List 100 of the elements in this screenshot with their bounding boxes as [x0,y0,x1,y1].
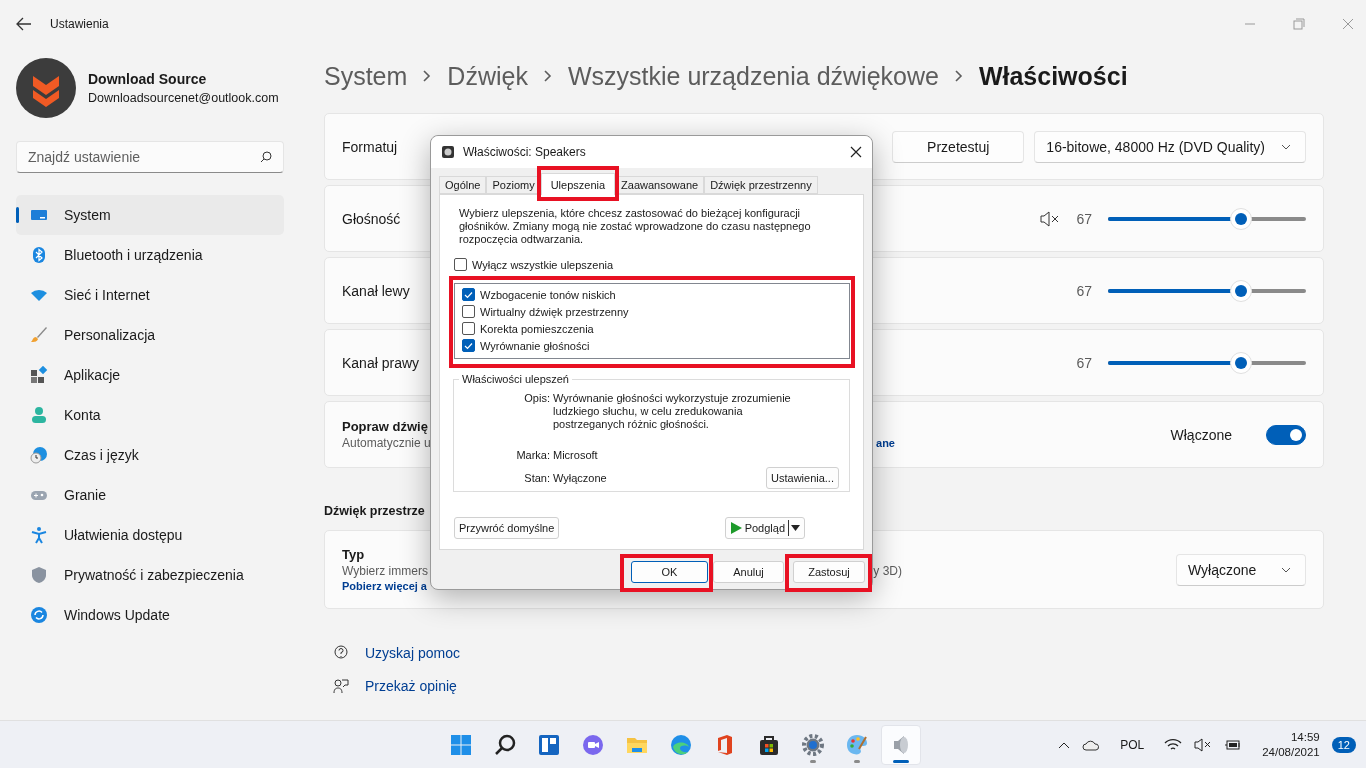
nav-item[interactable]: Aplikacje [16,355,284,395]
help-link[interactable]: Przekaż opinię [365,678,457,694]
volume-slider[interactable] [1108,351,1306,374]
clock-date[interactable]: 24/08/2021 [1262,746,1320,758]
feedback-icon [333,678,349,694]
volume-reading: 67 [1076,354,1092,371]
nav-item[interactable]: System [16,195,284,235]
chevron-down-icon [1281,143,1291,150]
setting-description: y 3D) [873,564,902,578]
setting-description: Automatycznie u [342,436,431,450]
test-button[interactable]: Przetestuj [892,130,1025,163]
palette-icon [845,733,869,757]
language-indicator[interactable]: POL [1120,737,1145,752]
gear-icon [801,733,825,757]
volume-slider[interactable] [1108,207,1306,230]
checkbox[interactable]: Wyłącz wszystkie ulepszenia [454,256,850,273]
accessibility-icon [30,526,48,544]
dialog-button[interactable]: OK [631,561,708,583]
search-icon [493,733,517,757]
chevron-icon [541,69,554,83]
volume-reading: 67 [1076,282,1092,299]
nav-item[interactable]: Ułatwienia dostępu [16,515,284,555]
speaker-icon [441,145,455,159]
clock-time[interactable]: 14:59 [1290,731,1320,743]
setting-title: Typ [342,547,365,562]
breadcrumb-item[interactable]: Dźwięk [447,61,528,91]
setting-label: Formatuj [342,138,398,155]
help-link[interactable]: Uzyskaj pomoc [365,645,460,661]
breadcrumb-item: Właściwości [978,61,1128,91]
toggle-switch[interactable] [1266,424,1306,445]
property-label: Stan: [523,472,550,485]
nav-item[interactable]: Czas i język [16,435,284,475]
mute-icon[interactable] [1194,737,1213,752]
dialog-button[interactable]: Anuluj [713,561,784,583]
dialog-tab[interactable]: Ulepszenia [540,173,616,195]
wifi-icon[interactable] [1164,737,1183,752]
bluetooth-icon [30,246,48,264]
nav-item[interactable]: Personalizacja [16,315,284,355]
store-icon [757,733,781,757]
setting-title: Popraw dźwię [342,419,428,434]
person-icon [30,406,48,424]
mute-icon[interactable] [1040,210,1061,227]
brush-icon [30,326,48,344]
nav-item[interactable]: Prywatność i zabezpieczenia [16,555,284,595]
checkbox[interactable]: Wirtualny dźwięk przestrzenny [462,303,842,320]
setting-label: Głośność [342,210,401,227]
restore-defaults-button[interactable]: Przywróć domyślne [454,517,560,539]
checkbox[interactable]: Wyrównanie głośności [462,337,842,354]
property-value: Wyrównanie głośności wykorzystuje zrozumienie ludzkiego słuchu, w celu zredukowania postrzeganych różnic głośności. [553,392,792,431]
nav-item[interactable]: Windows Update [16,595,284,635]
property-label: Marka: [515,449,550,462]
nav-item[interactable]: Sieć i Internet [16,275,284,315]
globe-clock-icon [30,446,48,464]
link[interactable]: ane [876,437,895,449]
volume-reading: 67 [1076,210,1092,227]
setting-label: Kanał prawy [342,354,420,371]
breadcrumb-item[interactable]: System [324,61,408,91]
group-title: Właściwości ulepszeń [459,373,572,385]
widgets-icon [537,733,561,757]
shield-icon [30,566,48,584]
notification-badge[interactable]: 12 [1331,736,1356,753]
taskbar-button[interactable] [881,725,921,765]
help-icon [333,645,349,661]
format-dropdown[interactable]: 16-bitowe, 48000 Hz (DVD Quality) [1034,130,1306,163]
checkbox[interactable]: Korekta pomieszczenia [462,320,842,337]
check-icon [464,341,473,350]
setting-description: Wybierz immers [342,564,428,578]
intro-text: Wybierz ulepszenia, które chcesz zastosować do bieżącej konfiguracji głośników. Zmiany mogą nie zostać wprowadzone do czasu następnego rozpoczęcia odtwarzania. [459,207,812,246]
preview-button[interactable]: Podgląd [724,517,805,539]
nav-item[interactable]: Granie [16,475,284,515]
cloud-icon[interactable] [1082,738,1101,751]
window-title: Ustawienia [50,17,109,31]
play-icon [729,522,742,534]
volume-slider[interactable] [1108,279,1306,302]
link[interactable]: Pobierz więcej a [342,580,427,592]
video-chat-icon [581,733,605,757]
dialog-tab[interactable]: Dźwięk przestrzenny [704,176,818,194]
breadcrumb-item[interactable]: Wszystkie urządzenia dźwiękowe [567,61,939,91]
check-icon [464,290,473,299]
dialog-title: Właściwości: Speakers [463,145,586,159]
type-dropdown[interactable]: Wyłączone [1176,553,1306,586]
nav-item[interactable]: Konta [16,395,284,435]
settings-button[interactable]: Ustawienia... [766,467,839,489]
caret-up-icon[interactable] [1058,740,1071,749]
browser-icon [669,733,693,757]
dialog-tab[interactable]: Ogólne [439,176,487,194]
start-icon [449,733,473,757]
search-field[interactable]: Znajdź ustawienie [16,141,284,173]
sync-icon [30,606,48,624]
chevron-down-icon [1281,566,1291,573]
chevron-icon [952,69,965,83]
close-icon[interactable] [850,146,862,158]
back-arrow-icon[interactable] [16,17,32,31]
dialog-button[interactable]: Zastosuj [793,561,865,583]
profile-name: Download Source [88,71,208,87]
nav-item[interactable]: Bluetooth i urządzenia [16,235,284,275]
property-label: Opis: [523,392,550,406]
battery-icon[interactable] [1224,737,1243,752]
section-heading: Dźwięk przestrze [324,503,426,520]
checkbox[interactable]: Wzbogacenie tonów niskich [462,286,842,303]
